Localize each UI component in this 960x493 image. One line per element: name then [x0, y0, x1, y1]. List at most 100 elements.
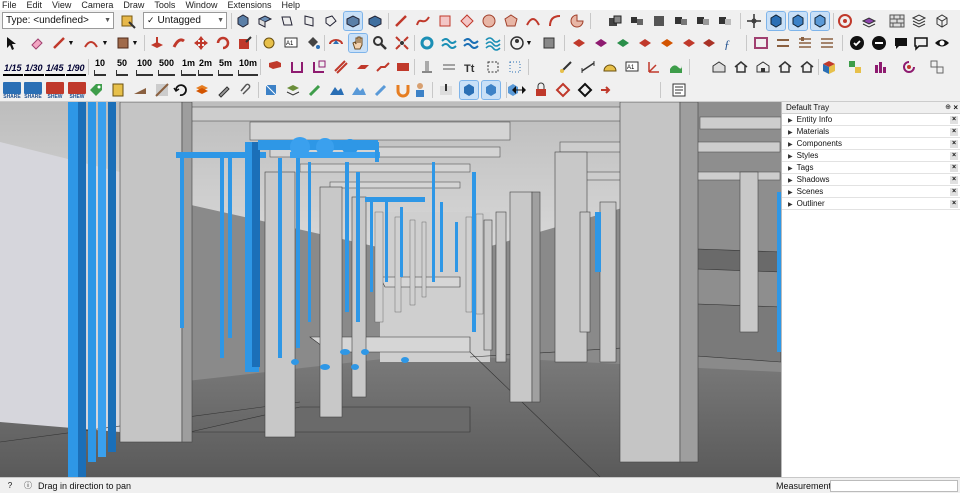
close-icon[interactable]: ×	[950, 152, 958, 160]
sliders-icon[interactable]	[796, 34, 814, 52]
arc-tool-icon[interactable]	[82, 34, 100, 52]
dim-10m-button[interactable]: 10m	[238, 58, 259, 76]
pipe-tool-icon[interactable]	[440, 34, 458, 52]
check-circle-icon[interactable]	[848, 34, 866, 52]
chevron-down-icon[interactable]: ▼	[130, 34, 140, 52]
wall-icon[interactable]	[394, 58, 412, 76]
xray-style-icon[interactable]	[343, 11, 363, 31]
scale-icon[interactable]	[236, 34, 254, 52]
rotated-rectangle-icon[interactable]	[458, 12, 476, 30]
protractor-icon[interactable]	[601, 58, 619, 76]
warehouse-icon[interactable]	[710, 58, 728, 76]
expand-arrow-icon[interactable]: ▶	[788, 202, 793, 208]
diamond-tool-icon[interactable]	[554, 81, 572, 99]
front-view-icon[interactable]	[278, 12, 296, 30]
brush-icon[interactable]	[306, 81, 324, 99]
section-cut-icon[interactable]	[788, 11, 808, 31]
menu-camera[interactable]: Camera	[81, 0, 113, 10]
menu-view[interactable]: View	[52, 0, 71, 10]
lock-group-icon[interactable]	[672, 12, 690, 30]
extend-icon[interactable]	[440, 58, 458, 76]
slab-icon[interactable]	[354, 58, 372, 76]
close-icon[interactable]: ×	[950, 128, 958, 136]
import-icon[interactable]	[437, 81, 455, 99]
expand-arrow-icon[interactable]: ▶	[788, 154, 793, 160]
rectangle-icon[interactable]	[436, 12, 454, 30]
puzzle-icon[interactable]	[262, 81, 280, 99]
texture-icon[interactable]	[153, 81, 171, 99]
close-icon[interactable]: ×	[950, 116, 958, 124]
eraser-icon[interactable]	[28, 34, 46, 52]
scale-1-45-button[interactable]: 1/45	[45, 58, 65, 76]
roof-icon[interactable]	[798, 58, 816, 76]
pipe-connect-icon[interactable]	[418, 34, 436, 52]
chevron-down-icon[interactable]: ▼	[66, 34, 76, 52]
info-icon[interactable]: ⓘ	[20, 480, 36, 492]
move-icon[interactable]	[192, 34, 210, 52]
duct-tool-icon[interactable]	[462, 34, 480, 52]
function-icon[interactable]: ƒ	[722, 34, 740, 52]
dim-10-button[interactable]: 10	[94, 58, 107, 76]
stack-icon[interactable]	[910, 12, 928, 30]
model-viewport[interactable]	[0, 102, 781, 477]
layers-stack-icon[interactable]	[193, 81, 211, 99]
panel-tags[interactable]: ▶ Tags ×	[782, 162, 960, 174]
cube-outline-icon[interactable]	[933, 12, 951, 30]
u-channel-icon[interactable]	[288, 58, 306, 76]
panel-scenes[interactable]: ▶ Scenes ×	[782, 186, 960, 198]
polygon-icon[interactable]	[502, 12, 520, 30]
solid-split-icon[interactable]	[658, 34, 676, 52]
resize-arrows-icon[interactable]	[510, 81, 528, 99]
circle-icon[interactable]	[480, 12, 498, 30]
undo-icon[interactable]	[171, 81, 189, 99]
pencil-icon[interactable]	[215, 81, 233, 99]
chat-icon[interactable]	[892, 34, 910, 52]
section-plane-icon[interactable]	[766, 11, 786, 31]
transform-icon[interactable]	[928, 58, 946, 76]
paint-bucket-icon[interactable]	[304, 34, 322, 52]
tag-select[interactable]: ✓ Untagged ▼	[143, 12, 227, 29]
report-icon[interactable]	[670, 81, 688, 99]
dim-100-button[interactable]: 100	[136, 58, 154, 76]
panel-materials[interactable]: ▶ Materials ×	[782, 126, 960, 138]
building-icon[interactable]	[754, 58, 772, 76]
paperclip-icon[interactable]	[237, 81, 255, 99]
right-view-icon[interactable]	[300, 12, 318, 30]
chevron-down-icon[interactable]: ▼	[100, 34, 110, 52]
solid-shell-icon[interactable]	[700, 34, 718, 52]
expand-arrow-icon[interactable]: ▶	[788, 166, 793, 172]
iso-view-icon[interactable]	[234, 12, 252, 30]
bar-chart-icon[interactable]	[872, 58, 890, 76]
paint-tag-icon[interactable]	[119, 12, 137, 30]
close-icon[interactable]: ×	[950, 200, 958, 208]
show-button-1[interactable]: SHEW	[45, 82, 65, 100]
close-icon[interactable]: ×	[950, 176, 958, 184]
rebar-icon[interactable]	[332, 58, 350, 76]
outliner-icon[interactable]	[716, 12, 734, 30]
menu-tools[interactable]: Tools	[154, 0, 175, 10]
flow-tool-icon[interactable]	[484, 34, 502, 52]
l-angle-icon[interactable]	[310, 58, 328, 76]
measurements-input[interactable]	[830, 480, 958, 492]
beam-icon[interactable]	[266, 58, 284, 76]
tape-pen-icon[interactable]	[557, 58, 575, 76]
arc-icon[interactable]	[524, 12, 542, 30]
menu-edit[interactable]: Edit	[27, 0, 43, 10]
extension-box-icon[interactable]	[540, 34, 558, 52]
expand-arrow-icon[interactable]: ▶	[788, 142, 793, 148]
component-icon[interactable]	[628, 12, 646, 30]
dim-5m-button[interactable]: 5m	[218, 58, 234, 76]
scale-1-15-button[interactable]: 1/15	[3, 58, 23, 76]
label-icon[interactable]: A1	[623, 58, 641, 76]
geo-location-icon[interactable]	[481, 80, 501, 100]
tape-measure-icon[interactable]	[260, 34, 278, 52]
axes-icon[interactable]	[745, 12, 763, 30]
scale-1-30-button[interactable]: 1/30	[24, 58, 44, 76]
list-settings-icon[interactable]	[818, 34, 836, 52]
dim-500-button[interactable]: 500	[158, 58, 176, 76]
menu-draw[interactable]: Draw	[123, 0, 144, 10]
pencil-line-icon[interactable]	[392, 12, 410, 30]
layers-icon[interactable]	[860, 12, 878, 30]
home-icon[interactable]	[732, 58, 750, 76]
magnet-icon[interactable]	[394, 81, 412, 99]
